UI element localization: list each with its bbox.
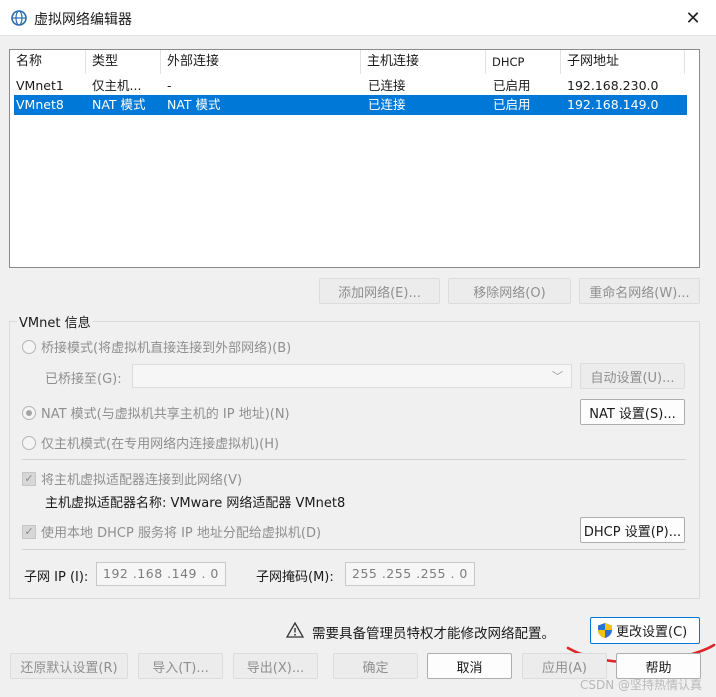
cell-type: 仅主机... bbox=[92, 78, 142, 93]
title-bar: 虚拟网络编辑器 ✕ bbox=[0, 0, 716, 36]
column-header-subnet[interactable]: 子网地址 bbox=[561, 50, 685, 74]
checkmark-icon: ✓ bbox=[22, 524, 36, 539]
import-button[interactable]: 导入(T)... bbox=[138, 653, 223, 679]
cell-name: VMnet1 bbox=[16, 78, 64, 93]
bridged-to-label: 已桥接至(G): bbox=[45, 372, 122, 387]
adapter-name-text: 主机虚拟适配器名称: VMware 网络适配器 VMnet8 bbox=[45, 496, 346, 511]
divider bbox=[22, 459, 686, 460]
subnet-ip-input[interactable]: 192 .168 .149 . 0 bbox=[96, 562, 226, 586]
cell-host: 已连接 bbox=[368, 97, 406, 112]
cancel-button[interactable]: 取消 bbox=[427, 653, 512, 679]
cell-subnet: 192.168.230.0 bbox=[567, 78, 659, 93]
cell-dhcp: 已启用 bbox=[493, 97, 531, 112]
nat-mode-label: NAT 模式(与虚拟机共享主机的 IP 地址)(N) bbox=[41, 407, 290, 422]
column-header-host[interactable]: 主机连接 bbox=[361, 50, 486, 74]
watermark-text: CSDN @坚持热情认真 bbox=[580, 678, 703, 692]
close-icon: ✕ bbox=[685, 7, 701, 29]
column-header-dhcp[interactable]: DHCP bbox=[486, 50, 561, 74]
subnet-mask-label: 子网掩码(M): bbox=[256, 570, 334, 585]
column-header-type[interactable]: 类型 bbox=[86, 50, 161, 74]
cell-subnet: 192.168.149.0 bbox=[567, 97, 659, 112]
cell-name: VMnet8 bbox=[16, 97, 64, 112]
divider bbox=[22, 549, 686, 550]
remove-network-button[interactable]: 移除网络(O) bbox=[448, 278, 571, 304]
checkmark-icon: ✓ bbox=[22, 471, 36, 486]
subnet-ip-label: 子网 IP (I): bbox=[24, 570, 89, 585]
cell-dhcp: 已启用 bbox=[493, 78, 531, 93]
nat-settings-button[interactable]: NAT 设置(S)... bbox=[580, 399, 685, 425]
connect-adapter-label: 将主机虚拟适配器连接到此网络(V) bbox=[41, 473, 243, 488]
bridged-to-select[interactable]: ﹀ bbox=[132, 364, 572, 388]
radio-circle bbox=[22, 435, 36, 450]
table-row[interactable]: VMnet1 仅主机... - 已连接 已启用 192.168.230.0 bbox=[14, 76, 687, 96]
radio-circle bbox=[22, 339, 36, 354]
cell-external: NAT 模式 bbox=[167, 97, 221, 112]
dhcp-label: 使用本地 DHCP 服务将 IP 地址分配给虚拟机(D) bbox=[41, 526, 322, 541]
bridged-mode-radio[interactable]: 桥接模式(将虚拟机直接连接到外部网络)(B) bbox=[22, 337, 291, 356]
host-only-radio[interactable]: 仅主机模式(在专用网络内连接虚拟机)(H) bbox=[22, 433, 279, 452]
close-button[interactable]: ✕ bbox=[670, 0, 716, 36]
vmnet-info-label: VMnet 信息 bbox=[17, 312, 93, 331]
chevron-down-icon: ﹀ bbox=[552, 370, 563, 383]
subnet-mask-input[interactable]: 255 .255 .255 . 0 bbox=[345, 562, 475, 586]
dhcp-settings-button[interactable]: DHCP 设置(P)... bbox=[580, 517, 685, 543]
shield-icon bbox=[598, 623, 612, 638]
admin-notice-text: 需要具备管理员特权才能修改网络配置。 bbox=[312, 626, 555, 642]
add-network-button[interactable]: 添加网络(E)... bbox=[319, 278, 440, 304]
cell-type: NAT 模式 bbox=[92, 97, 146, 112]
network-list[interactable]: 名称 类型 外部连接 主机连接 DHCP 子网地址 VMnet1 仅主机... … bbox=[9, 49, 700, 268]
host-only-label: 仅主机模式(在专用网络内连接虚拟机)(H) bbox=[41, 437, 280, 452]
cell-host: 已连接 bbox=[368, 78, 406, 93]
rename-network-button[interactable]: 重命名网络(W)... bbox=[579, 278, 700, 304]
network-editor-app-icon bbox=[11, 10, 27, 26]
bridged-mode-label: 桥接模式(将虚拟机直接连接到外部网络)(B) bbox=[41, 341, 292, 356]
cell-external: - bbox=[167, 78, 172, 93]
nat-mode-radio[interactable]: NAT 模式(与虚拟机共享主机的 IP 地址)(N) bbox=[22, 403, 290, 422]
change-settings-button[interactable]: 更改设置(C) bbox=[590, 617, 700, 644]
table-row-selected[interactable]: VMnet8 NAT 模式 NAT 模式 已连接 已启用 192.168.149… bbox=[14, 95, 687, 115]
export-button[interactable]: 导出(X)... bbox=[233, 653, 318, 679]
connect-adapter-checkbox[interactable]: ✓ 将主机虚拟适配器连接到此网络(V) bbox=[22, 469, 242, 488]
radio-circle-selected bbox=[22, 405, 36, 420]
window-title: 虚拟网络编辑器 bbox=[34, 12, 132, 28]
dhcp-checkbox[interactable]: ✓ 使用本地 DHCP 服务将 IP 地址分配给虚拟机(D) bbox=[22, 522, 321, 541]
column-header-name[interactable]: 名称 bbox=[10, 50, 86, 74]
restore-defaults-button[interactable]: 还原默认设置(R) bbox=[10, 653, 128, 679]
column-header-external[interactable]: 外部连接 bbox=[161, 50, 361, 74]
warning-icon bbox=[286, 622, 304, 638]
change-settings-label: 更改设置(C) bbox=[616, 625, 688, 640]
auto-settings-button[interactable]: 自动设置(U)... bbox=[580, 363, 685, 389]
ok-button[interactable]: 确定 bbox=[333, 653, 418, 679]
